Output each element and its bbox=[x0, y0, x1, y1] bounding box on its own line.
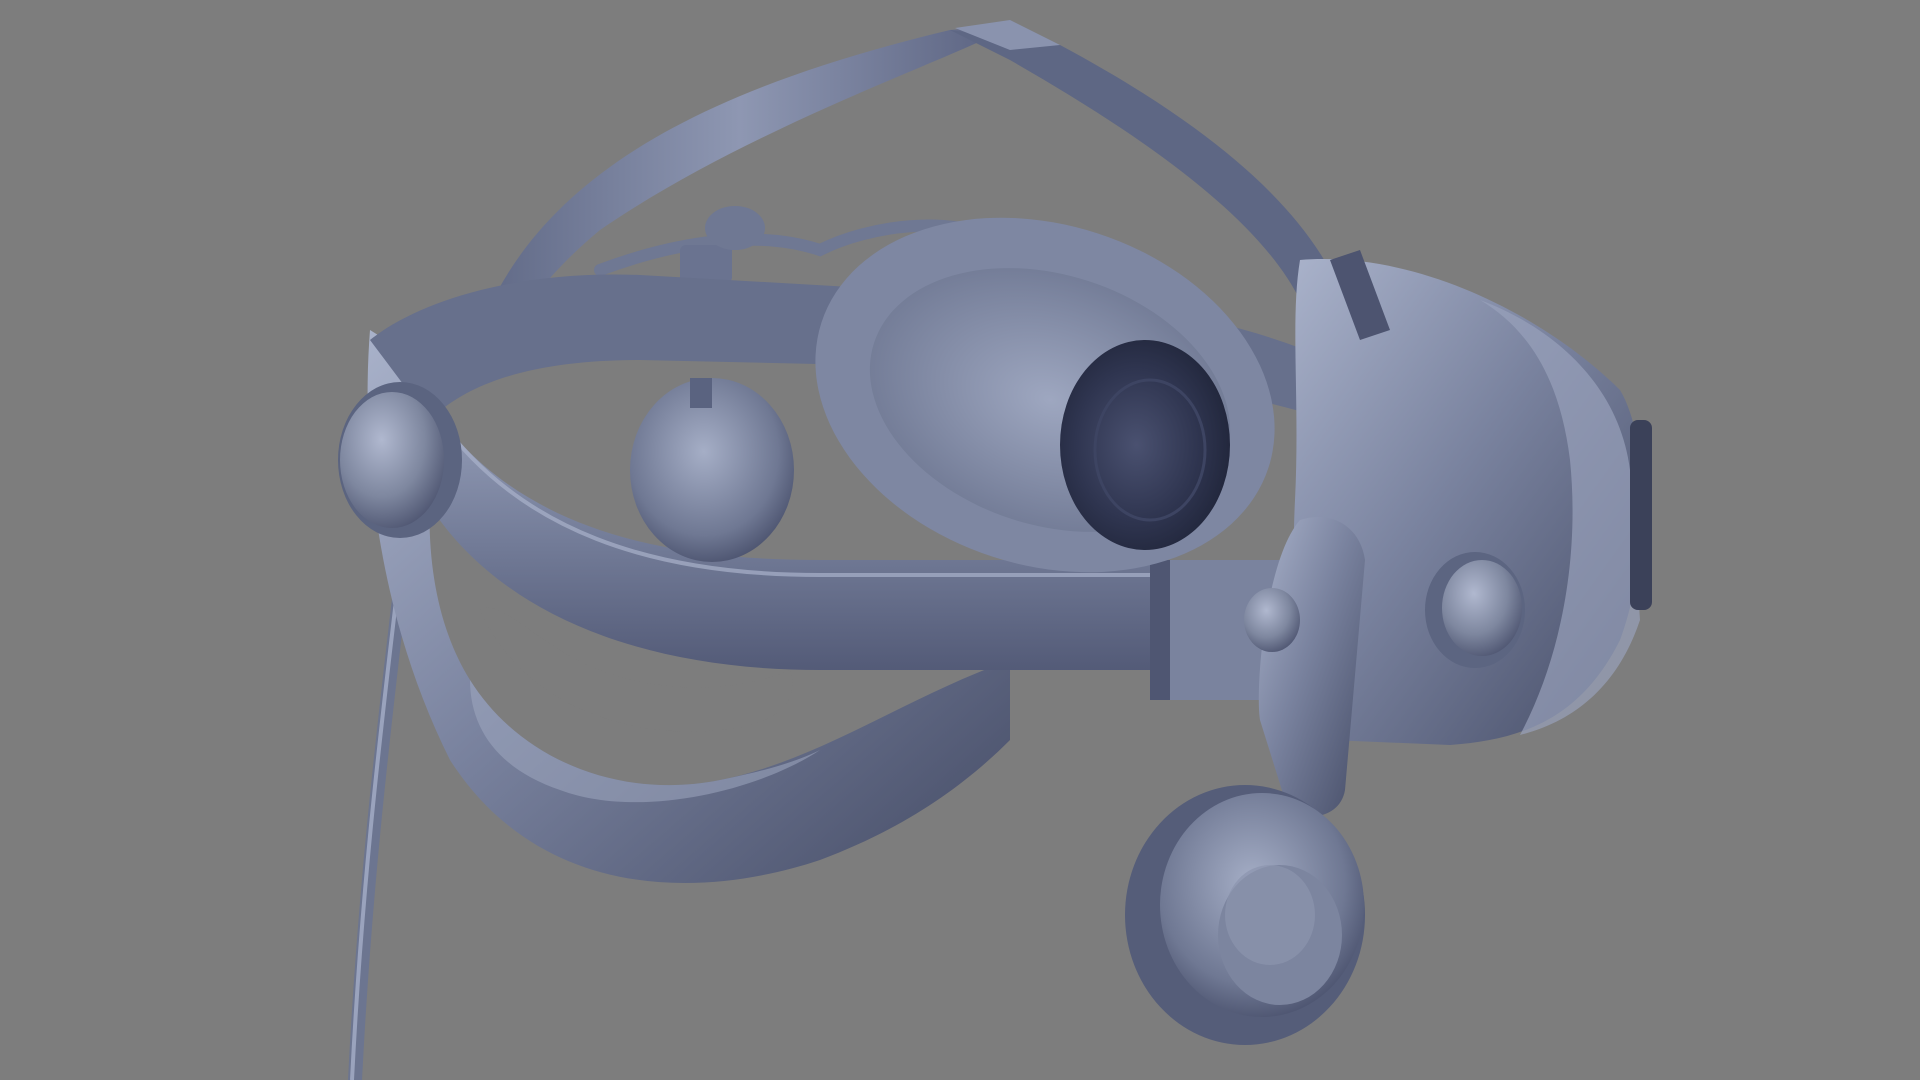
speaker-cap-highlight bbox=[1225, 865, 1315, 965]
right-adjust-knob bbox=[1442, 560, 1522, 656]
headband-joint bbox=[1150, 560, 1170, 700]
left-speaker-arm bbox=[690, 378, 712, 408]
arm-pivot bbox=[1244, 588, 1300, 652]
vr-headset-render bbox=[0, 0, 1920, 1080]
render-viewport bbox=[0, 0, 1920, 1080]
cable-anchor bbox=[705, 206, 765, 250]
left-adjust-knob bbox=[340, 392, 444, 528]
cable-clip bbox=[680, 245, 732, 283]
visor-front-panel-edge bbox=[1630, 420, 1652, 610]
